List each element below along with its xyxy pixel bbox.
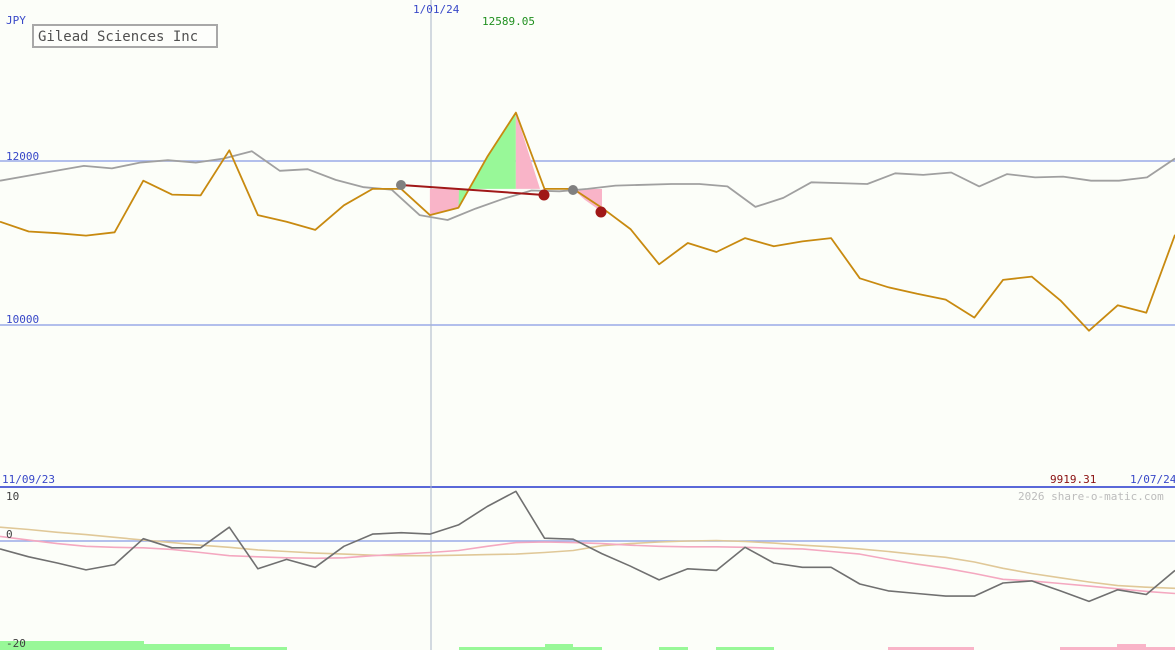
chart-root: JPY Gilead Sciences Inc 1/01/24 12589.05… <box>0 0 1175 650</box>
labels-layer: JPY Gilead Sciences Inc 1/01/24 12589.05… <box>2 3 1175 650</box>
signal-marker-red <box>595 206 607 218</box>
osc-tick-neg20: -20 <box>6 637 26 650</box>
date-start-label: 11/09/23 <box>2 473 55 486</box>
date-end-label: 1/07/24 <box>1130 473 1175 486</box>
currency-label: JPY <box>6 14 26 27</box>
signal-marker-grey <box>396 180 406 190</box>
volume-bar <box>1117 644 1146 650</box>
osc-tick-10: 10 <box>6 490 19 503</box>
oscillator-line <box>0 490 1175 603</box>
signal-fills <box>0 112 1175 650</box>
signal-marker-red <box>538 189 550 201</box>
reference-lines <box>0 0 1175 650</box>
signal-marker-grey <box>568 185 578 195</box>
chart-canvas: JPY Gilead Sciences Inc 1/01/24 12589.05… <box>0 0 1175 650</box>
high-value-label: 12589.05 <box>482 15 535 28</box>
y-tick-12000: 12000 <box>6 150 39 163</box>
low-value-label: 9919.31 <box>1050 473 1096 486</box>
chart-title: Gilead Sciences Inc <box>38 29 198 45</box>
marker-date-label: 1/01/24 <box>413 3 460 16</box>
osc-tick-0: 0 <box>6 528 13 541</box>
series-layer <box>0 111 1175 603</box>
signal-fill-pink <box>401 188 465 216</box>
y-tick-10000: 10000 <box>6 313 39 326</box>
volume-bar <box>144 644 230 650</box>
watermark: 2026 share-o-matic.com <box>1018 490 1164 503</box>
volume-bar <box>545 644 573 650</box>
price-series-line <box>0 111 1175 332</box>
